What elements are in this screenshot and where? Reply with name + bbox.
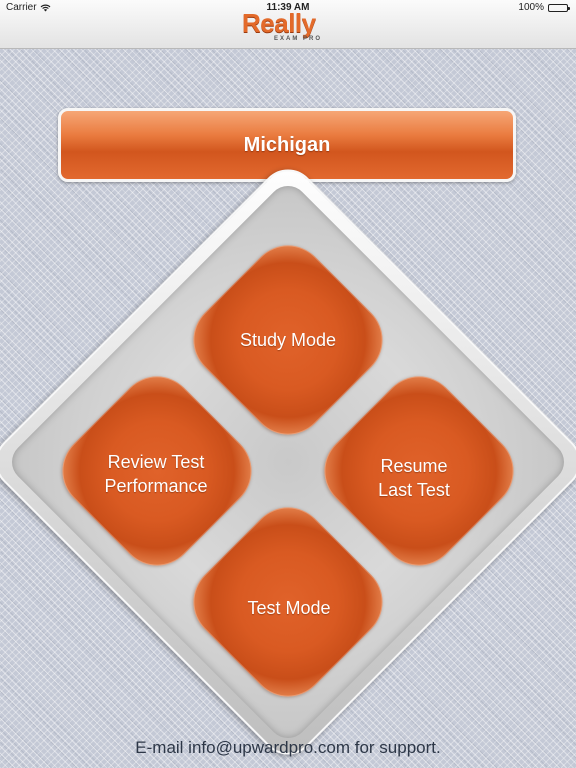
status-battery: 100% — [518, 2, 570, 13]
review-test-performance-label: Review Test Performance — [104, 452, 208, 496]
test-mode-label: Test Mode — [247, 598, 331, 618]
state-label: Michigan — [243, 133, 331, 156]
resume-last-test-label: Resume Last Test — [378, 456, 450, 500]
logo-subtext: EXAM PRO — [274, 36, 323, 42]
support-email-text: E-mail info@upwardpro.com for support. — [135, 738, 441, 757]
study-mode-label: Study Mode — [239, 330, 337, 350]
status-and-nav-bar: Carrier 11:39 AM 100% Really EXAM PRO — [0, 0, 576, 49]
app-logo: Really EXAM PRO — [238, 8, 338, 44]
logo-text: Really — [242, 8, 316, 38]
battery-percent: 100% — [518, 2, 544, 13]
battery-icon — [548, 3, 570, 12]
